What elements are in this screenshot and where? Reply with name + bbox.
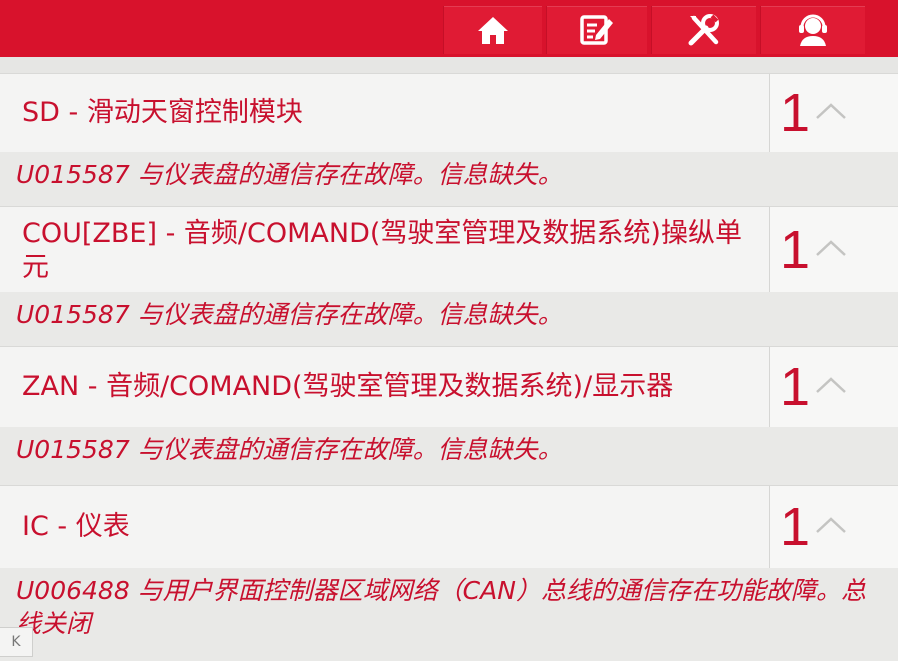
dtc-text: U015587 与仪表盘的通信存在故障。信息缺失。 (16, 435, 563, 464)
module-row-cou[interactable]: COU[ZBE] - 音频/COMAND(驾驶室管理及数据系统)操纵单元 1 (0, 206, 898, 293)
dtc-row: U015587 与仪表盘的通信存在故障。信息缺失。 (0, 152, 898, 206)
module-row-ic[interactable]: IC - 仪表 1 (0, 485, 898, 569)
home-icon (476, 14, 510, 46)
fault-count: 1 (780, 357, 811, 417)
count-cell[interactable]: 1 (769, 207, 898, 292)
dtc-row: U006488 与用户界面控制器区域网络（CAN）总线的通信存在功能故障。总线关… (0, 568, 898, 661)
tools-icon (686, 12, 722, 48)
count-cell[interactable]: 1 (769, 486, 898, 568)
dtc-text: U015587 与仪表盘的通信存在故障。信息缺失。 (16, 300, 563, 329)
chevron-up-icon[interactable] (814, 238, 848, 262)
dtc-text: U015587 与仪表盘的通信存在故障。信息缺失。 (16, 160, 563, 189)
count-cell[interactable]: 1 (769, 347, 898, 427)
dtc-row: U015587 与仪表盘的通信存在故障。信息缺失。 (0, 292, 898, 346)
fault-count: 1 (780, 83, 811, 143)
report-edit-icon (579, 13, 615, 47)
support-button[interactable] (760, 6, 865, 54)
dtc-row: U015587 与仪表盘的通信存在故障。信息缺失。 (0, 427, 898, 485)
fault-count: 1 (780, 219, 811, 280)
top-toolbar (0, 0, 898, 57)
module-name: ZAN - 音频/COMAND(驾驶室管理及数据系统)/显示器 (22, 371, 674, 402)
home-button[interactable] (443, 6, 542, 54)
fault-count: 1 (780, 497, 811, 557)
module-row-zan[interactable]: ZAN - 音频/COMAND(驾驶室管理及数据系统)/显示器 1 (0, 346, 898, 428)
collapse-back-button[interactable]: K (0, 627, 33, 657)
module-row-sd[interactable]: SD - 滑动天窗控制模块 1 (0, 73, 898, 153)
tools-button[interactable] (651, 6, 756, 54)
support-agent-icon (795, 13, 831, 47)
back-button-label: K (11, 634, 21, 650)
module-name: COU[ZBE] - 音频/COMAND(驾驶室管理及数据系统)操纵单元 (22, 218, 742, 283)
chevron-up-icon[interactable] (814, 515, 848, 539)
chevron-up-icon[interactable] (814, 101, 848, 125)
report-button[interactable] (546, 6, 647, 54)
dtc-text: U006488 与用户界面控制器区域网络（CAN）总线的通信存在功能故障。总线关… (16, 576, 866, 638)
module-name: IC - 仪表 (22, 511, 130, 542)
count-cell[interactable]: 1 (769, 74, 898, 152)
module-name: SD - 滑动天窗控制模块 (22, 97, 303, 128)
chevron-up-icon[interactable] (814, 375, 848, 399)
